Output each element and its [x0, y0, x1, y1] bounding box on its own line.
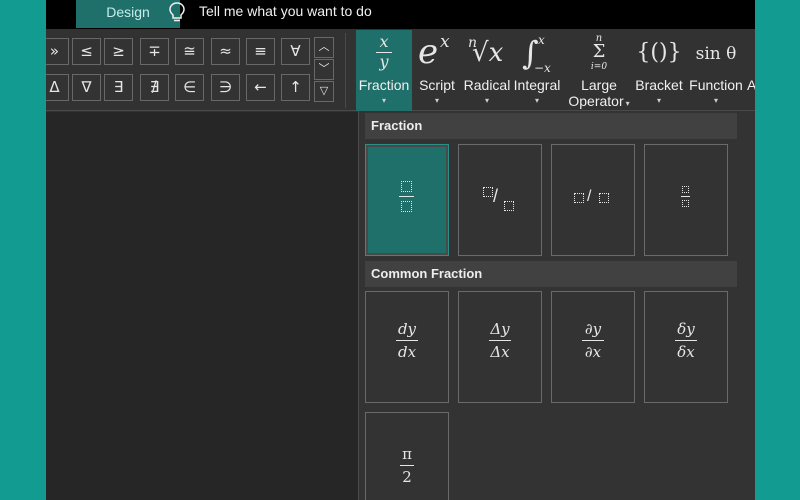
- numerator-placeholder: [682, 186, 689, 193]
- fraction-bar: [399, 196, 414, 197]
- symbol-button[interactable]: ∈: [175, 74, 204, 101]
- fraction-bar: [681, 196, 690, 197]
- fraction-bar: [400, 465, 414, 466]
- chevron-down-icon: ▾: [713, 96, 718, 105]
- linear-fraction-tile[interactable]: /: [551, 144, 635, 256]
- integral-icon: ∫ x −x: [522, 33, 551, 75]
- fraction-bar: [489, 340, 511, 341]
- denominator-placeholder: [504, 201, 514, 211]
- radical-icon: n √x: [468, 35, 504, 68]
- lightbulb-icon[interactable]: [167, 1, 187, 23]
- chevron-down-icon: ▾: [656, 96, 661, 105]
- numerator-placeholder: [401, 181, 412, 192]
- fraction-bar: [396, 340, 418, 341]
- gallery-scroll-up-button[interactable]: ︿: [314, 37, 334, 58]
- bracket-label: Bracket: [635, 77, 683, 93]
- symbol-button[interactable]: ∃: [104, 74, 133, 101]
- symbol-button[interactable]: Δ: [46, 74, 69, 101]
- chevron-down-icon: ▾: [534, 96, 539, 105]
- symbol-button[interactable]: ≈: [211, 38, 240, 65]
- large-operator-icon: n Σ i=0: [590, 33, 608, 73]
- fraction-label: Fraction: [358, 77, 410, 93]
- script-button[interactable]: e x Script ▾: [414, 30, 460, 111]
- denominator-placeholder: [599, 193, 609, 203]
- fraction-gallery: Fraction / / Common Fraction dy dx Δy Δx…: [358, 111, 755, 500]
- tell-me-search[interactable]: Tell me what you want to do: [199, 3, 372, 19]
- symbol-button[interactable]: ∄: [140, 74, 169, 101]
- symbol-button[interactable]: ∀: [281, 38, 310, 65]
- function-button[interactable]: sin θ Function ▾: [686, 30, 746, 111]
- integral-label: Integral: [513, 77, 561, 93]
- script-label: Script: [419, 77, 455, 93]
- skewed-fraction-tile[interactable]: /: [458, 144, 542, 256]
- symbol-button[interactable]: ∓: [140, 38, 169, 65]
- fraction-bar: [582, 340, 604, 341]
- gallery-scroll-down-button[interactable]: ﹀: [314, 59, 334, 80]
- radical-button[interactable]: n √x Radical ▾: [462, 30, 512, 111]
- chevron-down-icon: ▾: [381, 96, 386, 105]
- fraction-button[interactable]: x y Fraction ▾: [356, 30, 412, 111]
- script-icon: e x: [418, 32, 450, 72]
- chevron-down-icon: ▾: [625, 99, 630, 108]
- ribbon-divider: [345, 33, 346, 108]
- radical-label: Radical: [463, 77, 511, 93]
- chevron-down-icon: ▾: [484, 96, 489, 105]
- function-label: Function: [689, 77, 743, 93]
- large-operator-label: Large Operator ▾: [568, 77, 630, 109]
- accent-label: A: [747, 77, 755, 93]
- symbol-button[interactable]: ≅: [175, 38, 204, 65]
- stacked-fraction-tile[interactable]: [365, 144, 449, 256]
- common-fraction-dy-dx-tile[interactable]: dy dx: [365, 291, 449, 403]
- denominator-placeholder: [682, 200, 689, 207]
- symbol-button[interactable]: ≡: [246, 38, 275, 65]
- symbol-button[interactable]: ≤: [72, 38, 101, 65]
- numerator-placeholder: [574, 193, 584, 203]
- symbol-button[interactable]: »: [46, 38, 69, 65]
- title-bar: Design Tell me what you want to do: [46, 0, 755, 29]
- small-fraction-tile[interactable]: [644, 144, 728, 256]
- denominator-placeholder: [401, 201, 412, 212]
- numerator-placeholder: [483, 187, 493, 197]
- equation-editor-window: Design Tell me what you want to do » ≤ ≥…: [46, 0, 755, 500]
- tab-design[interactable]: Design: [76, 0, 180, 28]
- chevron-down-icon: ▾: [434, 96, 439, 105]
- accent-button[interactable]: A: [747, 30, 755, 111]
- gallery-more-button[interactable]: ▽: [314, 81, 334, 102]
- symbol-button[interactable]: ↑: [281, 74, 310, 101]
- common-fraction-partial-y-partial-x-tile[interactable]: ∂y ∂x: [551, 291, 635, 403]
- section-header-common-fraction: Common Fraction: [365, 261, 737, 287]
- common-fraction-delta-y-delta-x-tile[interactable]: Δy Δx: [458, 291, 542, 403]
- fraction-icon: x y: [356, 34, 412, 76]
- section-header-fraction: Fraction: [365, 113, 737, 139]
- large-operator-button[interactable]: n Σ i=0 Large Operator ▾: [564, 30, 634, 111]
- common-fraction-small-delta-tile[interactable]: δy δx: [644, 291, 728, 403]
- symbol-button[interactable]: ∇: [72, 74, 101, 101]
- function-icon: sin θ: [695, 44, 737, 64]
- bracket-icon: {()}: [636, 40, 682, 65]
- bracket-button[interactable]: {()} Bracket ▾: [634, 30, 684, 111]
- symbol-button[interactable]: ∋: [211, 74, 240, 101]
- fraction-bar: [675, 340, 697, 341]
- integral-button[interactable]: ∫ x −x Integral ▾: [512, 30, 562, 111]
- symbol-button[interactable]: ≥: [104, 38, 133, 65]
- common-fraction-pi-over-2-tile[interactable]: π 2: [365, 412, 449, 500]
- symbol-button[interactable]: ←: [246, 74, 275, 101]
